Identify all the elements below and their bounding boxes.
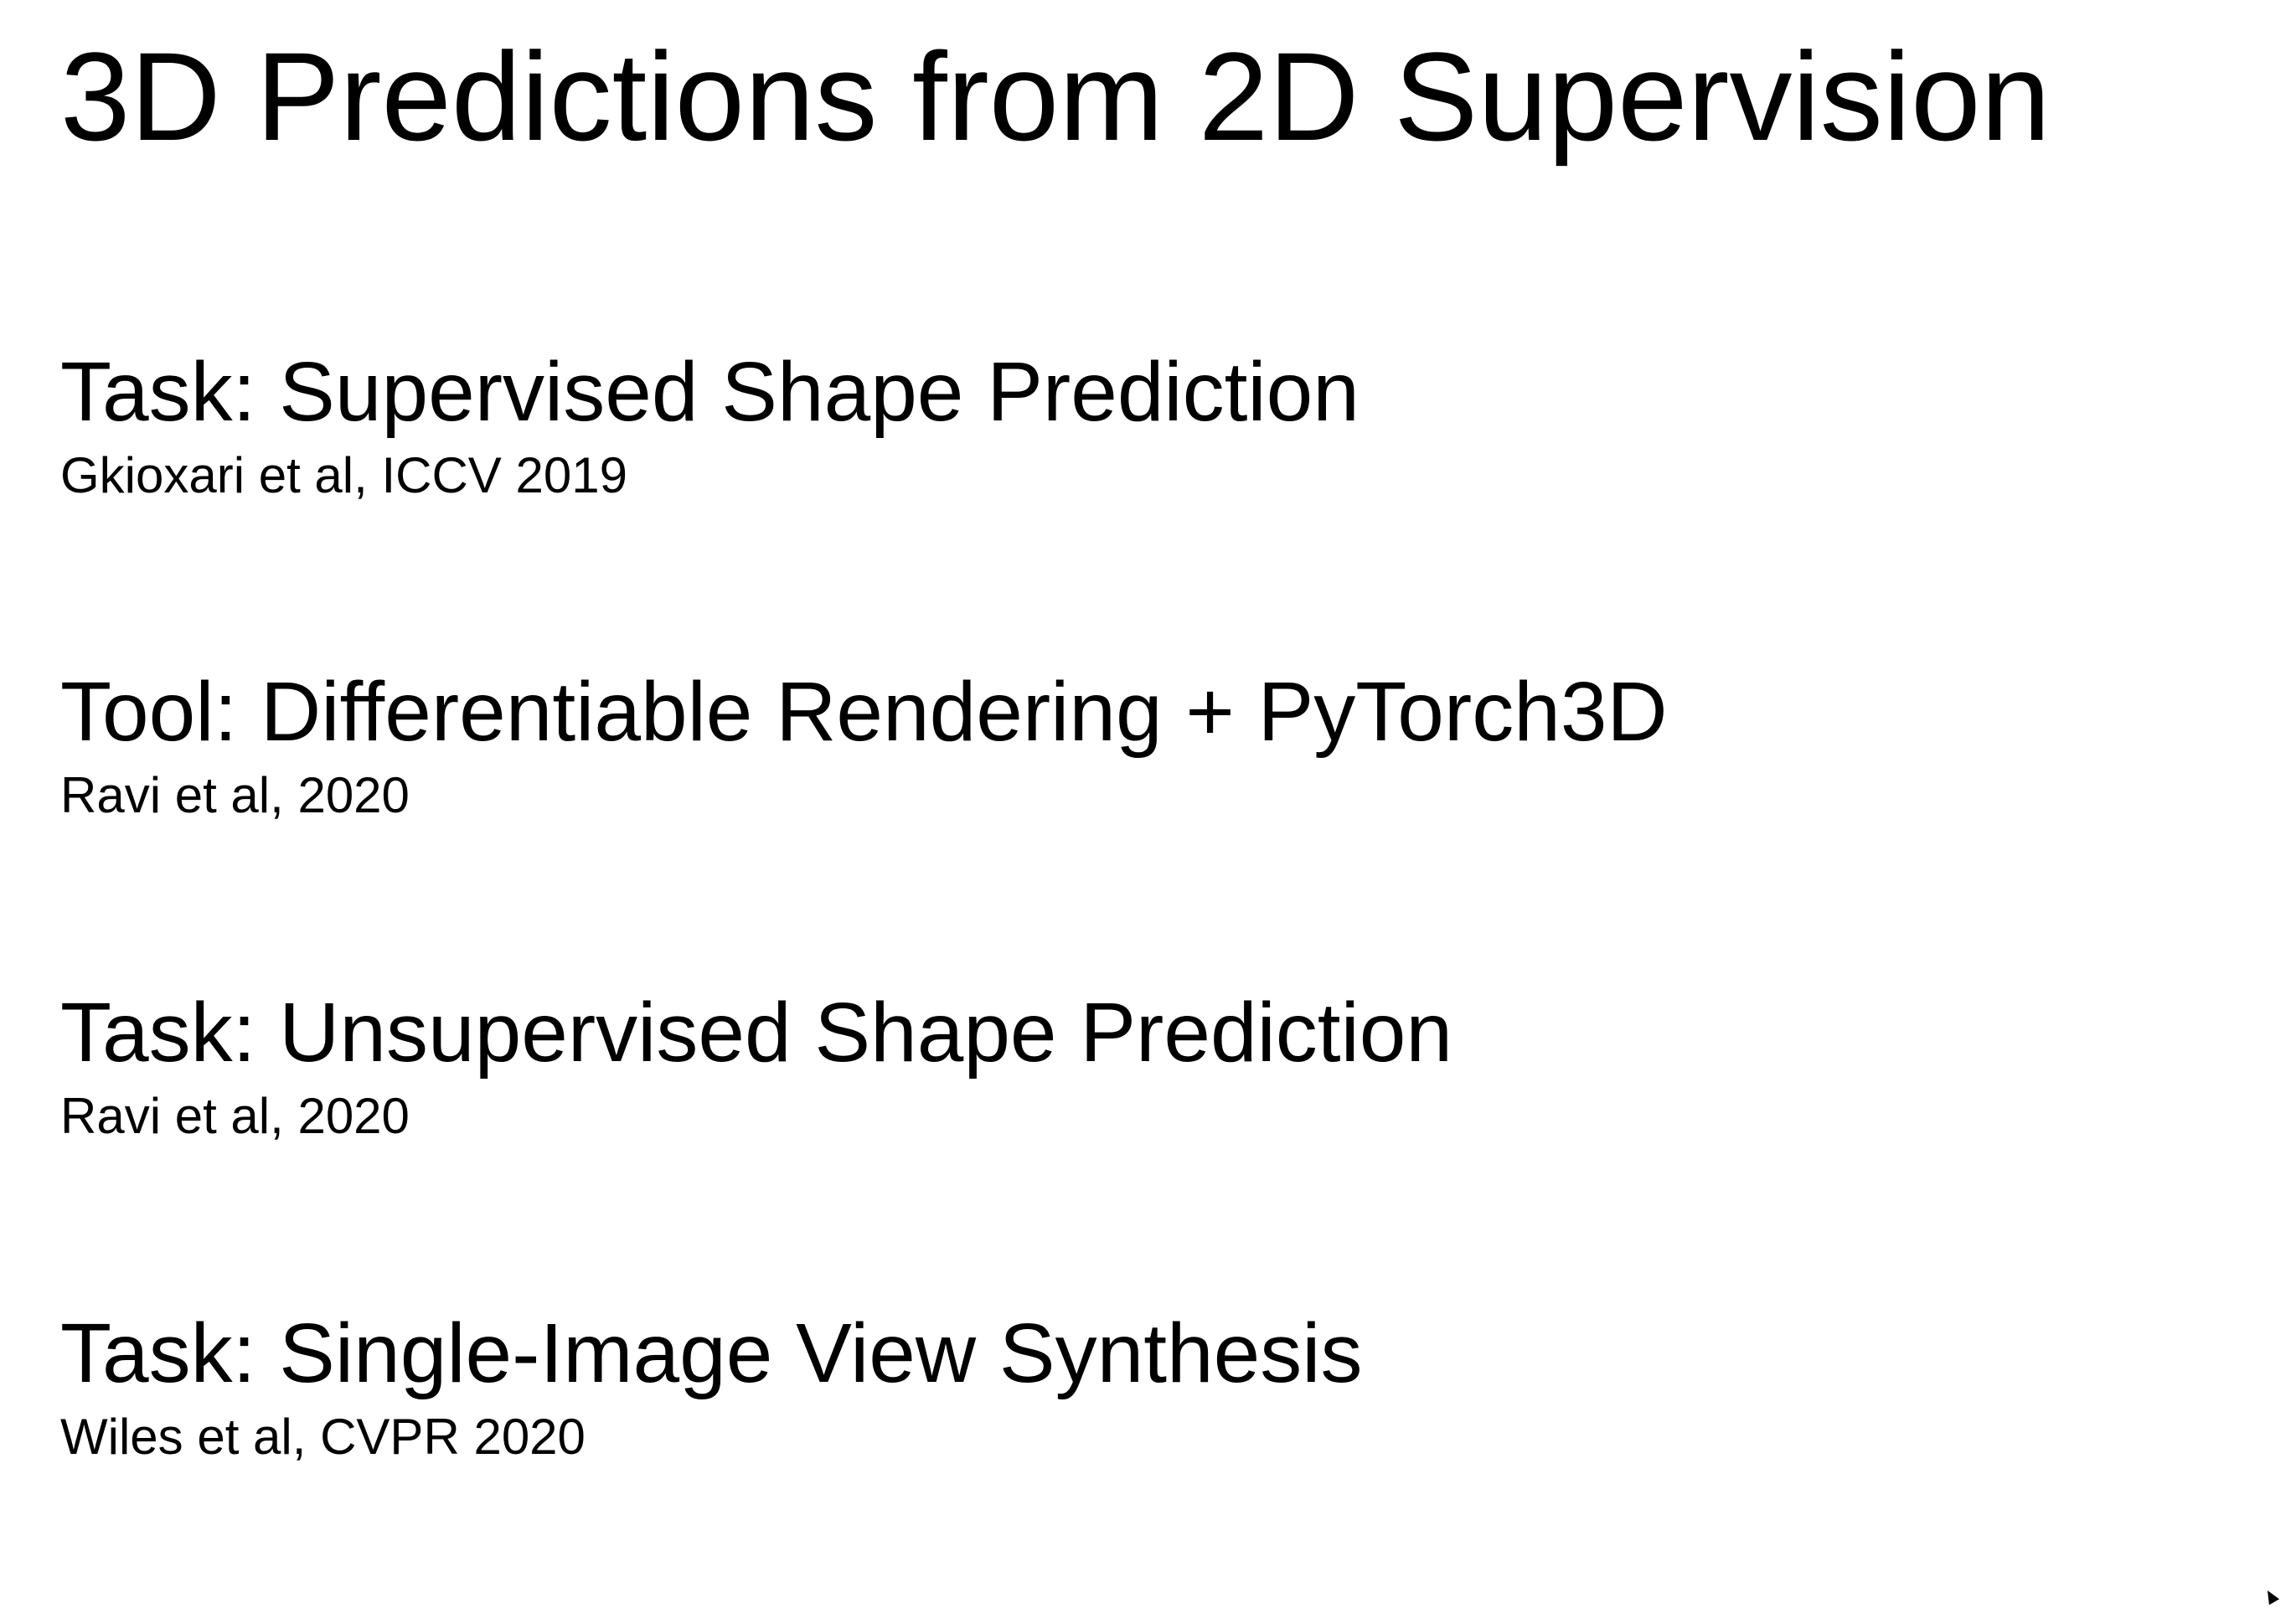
topic-entry-differentiable-rendering: Tool: Differentiable Rendering + PyTorch… (60, 670, 1668, 821)
entry-citation: Gkioxari et al, ICCV 2019 (60, 447, 627, 503)
entry-heading: Task: Single-Image View Synthesis (60, 1306, 1363, 1400)
entry-heading: Tool: Differentiable Rendering + PyTorch… (60, 665, 1668, 759)
entry-heading: Task: Supervised Shape Prediction (60, 345, 1360, 439)
entry-heading: Task: Unsupervised Shape Prediction (60, 986, 1453, 1080)
topic-entry-supervised-shape-prediction: Task: Supervised Shape Prediction Gkioxa… (60, 350, 1360, 501)
slide: 3D Predictions from 2D Supervision Task:… (0, 0, 2296, 1613)
topic-entry-single-image-view-synthesis: Task: Single-Image View Synthesis Wiles … (60, 1312, 1362, 1462)
slide-title: 3D Predictions from 2D Supervision (60, 26, 2051, 167)
topic-entry-unsupervised-shape-prediction: Task: Unsupervised Shape Prediction Ravi… (60, 991, 1452, 1141)
entry-citation: Ravi et al, 2020 (60, 767, 410, 823)
entry-citation: Ravi et al, 2020 (60, 1088, 410, 1144)
entry-citation: Wiles et al, CVPR 2020 (60, 1409, 586, 1465)
mouse-pointer-icon (2262, 1587, 2280, 1605)
